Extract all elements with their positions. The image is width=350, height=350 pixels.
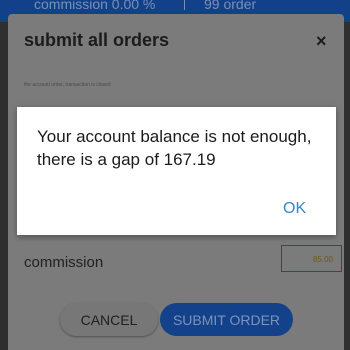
- commission-label: commission: [24, 254, 104, 271]
- banner-order-text: 99 order: [204, 0, 257, 12]
- sheet-note: the account order, transaction is closed: [24, 82, 111, 88]
- cancel-button[interactable]: CANCEL: [60, 303, 158, 336]
- screen: commission 0.00 % 99 order submit all or…: [0, 0, 350, 350]
- balance-alert-dialog: Your account balance is not enough, ther…: [17, 107, 336, 235]
- commission-highlight-box: 85.00: [281, 245, 342, 272]
- banner-commission-text: commission 0.00 %: [34, 0, 156, 12]
- alert-message: Your account balance is not enough, ther…: [37, 127, 312, 169]
- submit-order-button[interactable]: SUBMIT ORDER: [160, 303, 293, 336]
- ok-button[interactable]: OK: [283, 200, 306, 218]
- close-icon[interactable]: ×: [316, 31, 327, 52]
- banner-divider: [184, 0, 185, 10]
- sheet-title: submit all orders: [24, 30, 170, 50]
- commission-value: 85.00: [312, 255, 333, 264]
